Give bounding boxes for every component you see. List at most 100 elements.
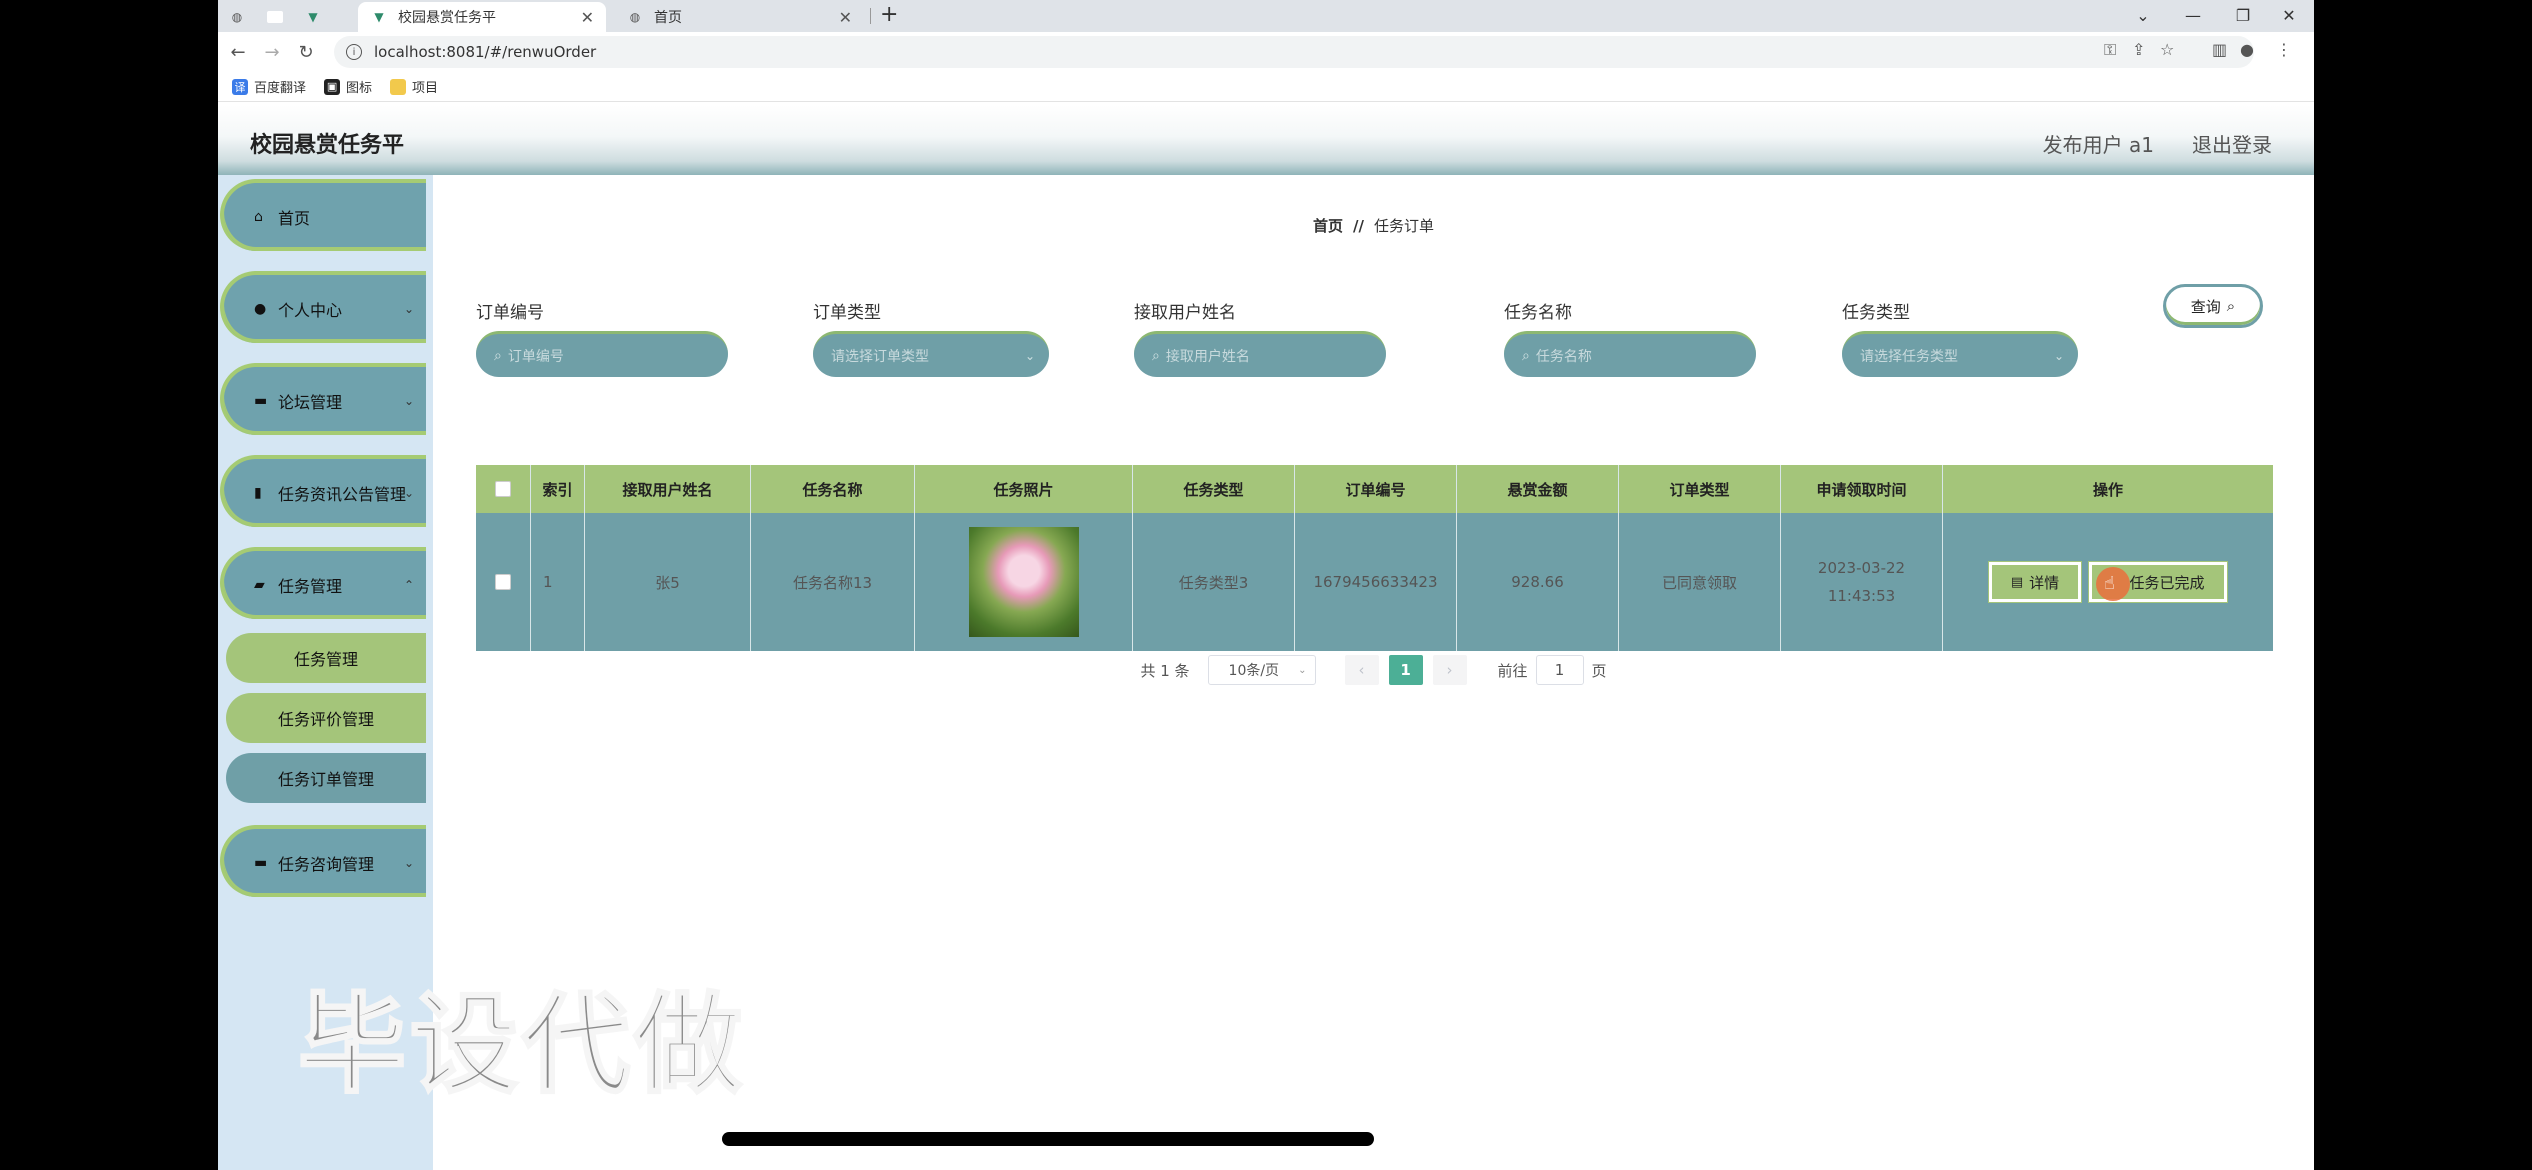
user-icon: ● [254,301,267,317]
page-number-button[interactable]: 1 [1388,655,1423,685]
chevron-up-icon: ⌃ [403,578,414,592]
close-window-icon[interactable]: ✕ [2264,0,2314,30]
app-window: ◍ ▼ ▼ 校园悬赏任务平 ✕ ◍ 首页 ✕ + ⌄ — ❐ ✕ ← → ↻ i… [218,0,2314,1170]
submenu-task-manage[interactable]: 任务管理 [226,633,426,683]
pinned-tab[interactable]: ◍ [220,2,254,32]
placeholder: 订单编号 [507,348,564,365]
detail-button[interactable]: ▤ 详情 [1988,561,2082,603]
home-indicator-bar [722,1132,1374,1146]
chart-icon: ▮ [254,485,262,501]
sidebar-item-forum[interactable]: ▬ 论坛管理 ⌄ [220,363,426,435]
cell-order-type: 已同意领取 [1619,513,1781,651]
sidebar-item-label: 任务咨询管理 [278,855,375,874]
sidebar-item-label: 任务管理 [278,577,343,596]
pinned-tab[interactable]: ▼ [296,2,330,32]
sidebar-item-tasks[interactable]: ▰ 任务管理 ⌃ [220,547,426,619]
goto-page-input[interactable]: 1 [1535,655,1584,685]
close-icon[interactable]: ✕ [839,8,852,27]
submenu-label: 任务评价管理 [277,710,374,729]
bookmark-item[interactable]: ▣ 图标 [324,77,372,96]
tab-app[interactable]: ▼ 校园悬赏任务平 ✕ [358,2,606,32]
chevron-down-icon: ⌄ [403,486,414,500]
next-page-button[interactable]: › [1432,655,1467,685]
cell-user: 张5 [585,513,751,651]
breadcrumb: 首页 // 任务订单 [433,215,2314,236]
tab-title: 校园悬赏任务平 [398,10,496,26]
bookmark-item[interactable]: 译百度翻译 [232,77,306,96]
monitor-icon: ▬ [254,393,268,409]
column-header: 订单类型 [1619,465,1781,513]
menu-dots-icon[interactable]: ⋮ [2276,40,2292,59]
order-no-label: 订单编号 [476,303,544,323]
column-header: 索引 [531,465,585,513]
sidebar-item-news[interactable]: ▮ 任务资讯公告管理 ⌄ [220,455,426,527]
bookmark-label: 项目 [412,81,439,96]
star-icon[interactable]: ☆ [2160,40,2174,59]
minimize-icon[interactable]: — [2168,0,2218,30]
bookmark-item[interactable]: 项目 [390,77,438,96]
profile-icon[interactable]: ● [2240,40,2254,59]
new-tab-icon[interactable]: + [880,2,898,27]
task-type-label: 任务类型 [1842,303,1910,323]
lotus-flower-image[interactable] [968,527,1079,637]
pagination-total: 共 1 条 [1140,661,1190,680]
query-button[interactable]: 查询 ⌕ [2163,284,2263,328]
chevron-right-icon: › [1446,661,1453,679]
cell-actions: ▤ 详情 ☝ 任务已完成 [1943,513,2273,651]
column-header: 任务类型 [1133,465,1295,513]
submenu-label: 任务订单管理 [277,770,374,789]
back-icon[interactable]: ← [224,38,252,66]
breadcrumb-home[interactable]: 首页 [1313,217,1343,235]
current-user: 发布用户 a1 [2042,133,2154,157]
sidebar-item-consult[interactable]: ▬ 任务咨询管理 ⌄ [220,825,426,897]
info-icon[interactable]: i [346,44,362,60]
address-bar[interactable]: i localhost:8081/#/renwuOrder [334,36,2254,68]
order-type-label: 订单类型 [813,303,881,323]
briefcase-icon: ▰ [254,577,265,593]
sidebar-item-profile[interactable]: ● 个人中心 ⌄ [220,271,426,343]
task-name-label: 任务名称 [1504,303,1572,323]
table-row: 1 张5 任务名称13 任务类型3 1679456633423 928.66 已… [476,513,2273,651]
prev-page-button[interactable]: ‹ [1344,655,1379,685]
translate-icon: 译 [232,78,248,95]
pinned-tab[interactable] [258,2,292,32]
task-type-select[interactable]: 请选择任务类型 ⌄ [1842,331,2078,377]
page-size-select[interactable]: 10条/页 ⌄ [1207,655,1316,685]
chevron-down-icon: ⌄ [403,302,414,316]
globe-icon: ◍ [629,10,641,24]
bookmark-label: 百度翻译 [254,81,307,96]
sidebar-item-home[interactable]: ⌂ 首页 [220,179,426,251]
tab-home[interactable]: ◍ 首页 ✕ [614,2,864,32]
logout-link[interactable]: 退出登录 [2192,129,2272,158]
home-icon: ⌂ [254,209,263,225]
forward-icon[interactable]: → [258,38,286,66]
tab-search-icon[interactable]: ⌄ [2118,0,2168,30]
bookmark-label: 图标 [346,81,373,96]
task-name-input[interactable]: ⌕ 任务名称 [1504,331,1756,377]
order-no-input[interactable]: ⌕ 订单编号 [476,331,728,377]
app-title: 校园悬赏任务平 [250,133,405,158]
submenu-task-review[interactable]: 任务评价管理 [226,693,426,743]
task-complete-button[interactable]: ☝ 任务已完成 [2088,561,2228,603]
image-icon: ▣ [324,78,341,95]
placeholder: 请选择订单类型 [831,348,929,365]
sidepanel-icon[interactable]: ▥ [2212,40,2227,59]
chevron-down-icon: ⌄ [403,394,414,408]
receiver-name-input[interactable]: ⌕ 接取用户姓名 [1134,331,1386,377]
close-icon[interactable]: ✕ [581,8,594,27]
chevron-down-icon: ⌄ [2053,348,2064,363]
column-header: 任务照片 [915,465,1133,513]
bookmarks-bar: 译百度翻译 ▣ 图标 项目 [218,72,2314,102]
reload-icon[interactable]: ↻ [292,38,320,66]
key-icon[interactable]: ⚿ [2104,40,2116,60]
cell-index: 1 [531,513,585,651]
share-icon[interactable]: ⇪ [2132,40,2145,59]
cell-order-no: 1679456633423 [1295,513,1457,651]
chevron-down-icon: ⌄ [403,856,414,870]
restore-icon[interactable]: ❐ [2218,0,2268,30]
sidebar-item-label: 个人中心 [278,301,343,320]
submenu-task-order[interactable]: 任务订单管理 [226,753,426,803]
select-all-checkbox[interactable] [495,481,511,497]
row-checkbox[interactable] [495,574,511,590]
order-type-select[interactable]: 请选择订单类型 ⌄ [813,331,1049,377]
